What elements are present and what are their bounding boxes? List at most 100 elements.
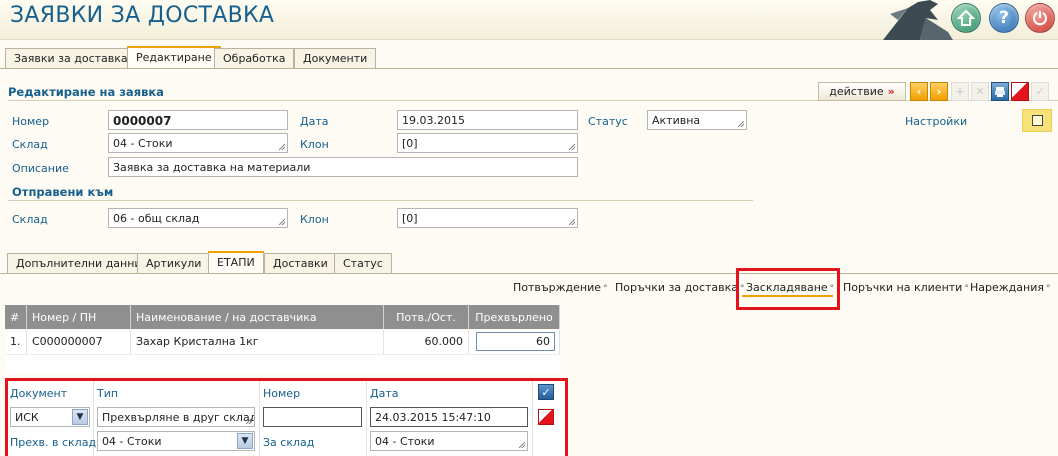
doc-date-input[interactable]: 24.03.2015 15:47:10	[370, 407, 528, 427]
prev-button[interactable]: ‹	[910, 82, 928, 101]
type-field[interactable]: Прехвърляне в друг склад	[97, 407, 255, 427]
chevron-down-icon: ▼	[72, 409, 88, 425]
tab-articles[interactable]: Артикули	[137, 253, 211, 273]
description-label: Описание	[12, 162, 69, 175]
double-chevron-icon: »	[887, 85, 895, 98]
stage-supply-orders[interactable]: Поръчки за доставка °	[615, 281, 745, 294]
branch-label: Клон	[300, 138, 329, 151]
date-label: Дата	[300, 115, 329, 128]
col-transferred: Прехвърлено	[469, 305, 560, 329]
branch-field[interactable]: [0]	[397, 133, 578, 153]
home-icon	[957, 9, 975, 26]
col-divider	[366, 381, 367, 456]
transfer-select[interactable]: 04 - Стоки ▼	[97, 431, 255, 451]
to-warehouse-value: 04 - Стоки	[375, 435, 435, 448]
transfer-value: 04 - Стоки	[102, 435, 162, 448]
row-number: C000000007	[27, 330, 131, 354]
tab-deliveries[interactable]: Доставки	[264, 253, 337, 273]
table-empty-row	[5, 354, 560, 374]
tab-edit[interactable]: Редактиране	[127, 46, 221, 68]
warehouse-field[interactable]: 04 - Стоки	[108, 133, 288, 153]
delete-button[interactable]: ✕	[971, 82, 989, 101]
printer-icon	[995, 86, 1005, 97]
stage-instructions[interactable]: Нареждания °	[970, 281, 1050, 294]
document-value: ИСК	[15, 411, 39, 424]
col-index: #	[5, 305, 27, 329]
type-label: Тип	[97, 387, 119, 400]
sent-branch-label: Клон	[300, 213, 329, 226]
chevron-right-icon: ›	[936, 85, 942, 98]
tabs-divider	[0, 68, 1058, 69]
cancel-button[interactable]	[1011, 82, 1029, 101]
stage-confirmation[interactable]: Потвърждение °	[513, 281, 608, 294]
warehouse-value: 04 - Стоки	[113, 137, 173, 150]
tab-documents[interactable]: Документи	[294, 48, 377, 68]
tab-requests[interactable]: Заявки за доставка	[5, 48, 137, 68]
tab-processing[interactable]: Обработка	[214, 48, 295, 68]
number-label: Номер	[12, 115, 50, 128]
col-number: Номер / ПН	[27, 305, 131, 329]
bird-logo-icon	[883, 0, 953, 40]
transferred-input[interactable]: 60	[476, 332, 555, 351]
document-select[interactable]: ИСК ▼	[10, 407, 90, 427]
number-field[interactable]: 0000007	[108, 110, 288, 130]
help-button[interactable]: ?	[989, 3, 1019, 33]
date-field[interactable]: 19.03.2015	[397, 110, 578, 130]
app-title: ЗАЯВКИ ЗА ДОСТАВКА	[10, 3, 275, 28]
sent-to-title: Отправени към	[12, 185, 114, 199]
cancel-doc-button[interactable]	[538, 409, 554, 425]
save-doc-button[interactable]: ✓	[538, 384, 554, 400]
stage-label: Потвърждение	[513, 281, 602, 294]
subtabs-divider	[0, 273, 1058, 274]
to-warehouse-field[interactable]: 04 - Стоки	[370, 431, 528, 451]
sent-branch-field[interactable]: [0]	[397, 208, 578, 228]
status-label: Статус	[588, 115, 628, 128]
to-warehouse-label: За склад	[263, 436, 315, 449]
doc-number-label: Номер	[263, 387, 301, 400]
tab-additional-data[interactable]: Допълнителни данни	[7, 253, 151, 273]
sent-branch-value: [0]	[402, 212, 418, 225]
col-name: Наименование / на доставчика	[131, 305, 384, 329]
home-button[interactable]	[951, 3, 981, 33]
action-button[interactable]: действие »	[818, 82, 906, 101]
transfer-label: Прехв. в склад	[10, 436, 97, 449]
help-icon: ?	[999, 8, 1009, 28]
edit-section-title: Редактиране на заявка	[8, 85, 164, 99]
stage-label: Поръчки за доставка	[615, 281, 739, 294]
stage-label: Нареждания	[970, 281, 1044, 294]
sent-warehouse-label: Склад	[12, 213, 48, 226]
power-icon	[1033, 11, 1047, 26]
next-button[interactable]: ›	[930, 82, 948, 101]
power-button[interactable]	[1025, 3, 1055, 33]
chevron-left-icon: ‹	[916, 85, 922, 98]
checkbox-icon	[1032, 115, 1043, 126]
row-name: Захар Кристална 1кг	[131, 330, 384, 354]
sent-warehouse-field[interactable]: 06 - общ склад	[108, 208, 288, 228]
add-button[interactable]: +	[951, 82, 969, 101]
sent-to-divider	[8, 200, 753, 201]
print-button[interactable]	[991, 82, 1009, 101]
tab-stages[interactable]: ЕТАПИ	[208, 251, 264, 273]
stage-label: Поръчки на клиенти	[843, 281, 963, 294]
branch-value: [0]	[402, 137, 418, 150]
settings-toggle[interactable]	[1022, 109, 1052, 132]
tab-status[interactable]: Статус	[334, 253, 392, 273]
doc-number-input[interactable]	[263, 407, 362, 427]
check-icon: ✓	[541, 385, 551, 399]
document-label: Документ	[10, 387, 68, 400]
action-label: действие	[829, 85, 884, 98]
close-icon: ✕	[975, 85, 985, 98]
col-divider	[532, 381, 533, 456]
row-confirmed: 60.000	[384, 330, 469, 354]
chevron-down-icon: ▼	[237, 433, 253, 449]
doc-date-label: Дата	[370, 387, 399, 400]
check-icon: ✓	[1035, 85, 1045, 98]
stage-client-orders[interactable]: Поръчки на клиенти °	[843, 281, 969, 294]
type-value: Прехвърляне в друг склад	[102, 411, 255, 424]
confirm-button[interactable]: ✓	[1031, 82, 1049, 101]
description-field[interactable]: Заявка за доставка на материали	[108, 157, 578, 177]
status-field[interactable]: Активна	[647, 110, 747, 130]
warehouse-label: Склад	[12, 138, 48, 151]
col-divider	[259, 381, 260, 456]
col-confirmed: Потв./Ост.	[384, 305, 469, 329]
